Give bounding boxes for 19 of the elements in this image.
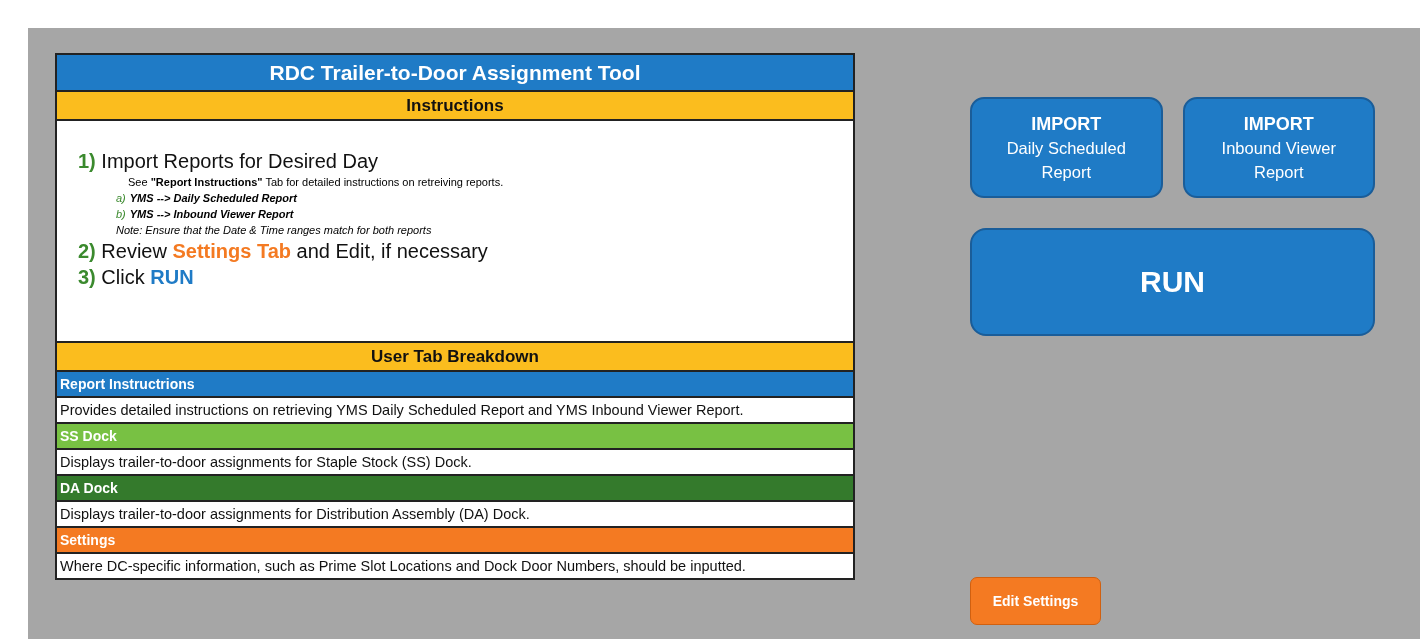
detail-text: See "Report Instructions" Tab for detailed instructions on retreiving reports. xyxy=(128,175,505,190)
run-button[interactable]: RUN xyxy=(970,228,1375,336)
tab-description: Where DC-specific information, such as Prime Slot Locations and Dock Door Numbers, should be inputted. xyxy=(59,557,747,576)
step-line: 3) Click RUN xyxy=(78,265,195,290)
instructions-heading: Instructions xyxy=(57,92,853,121)
tab-heading: DA Dock xyxy=(57,476,853,502)
tab-heading: SS Dock xyxy=(57,424,853,450)
tab-heading: Report Instructrions xyxy=(57,372,853,398)
report-option: b) YMS --> Inbound Viewer Report xyxy=(116,206,853,222)
edit-settings-button[interactable]: Edit Settings xyxy=(970,577,1101,625)
tab-heading: Settings xyxy=(57,528,853,554)
step-line: 1) Import Reports for Desired Day xyxy=(78,149,380,174)
import-button[interactable]: IMPORT Inbound Viewer Report xyxy=(1182,97,1375,198)
step-line: 2) Review Settings Tab and Edit, if necessary xyxy=(78,239,489,264)
breakdown-heading: User Tab Breakdown xyxy=(57,343,853,372)
tool-title: RDC Trailer-to-Door Assignment Tool xyxy=(57,55,853,92)
report-option: a) YMS --> Daily Scheduled Report xyxy=(116,190,853,206)
import-button[interactable]: IMPORT Daily Scheduled Report xyxy=(970,97,1163,198)
note-text: Note: Ensure that the Date & Time ranges match for both reports xyxy=(116,223,433,238)
